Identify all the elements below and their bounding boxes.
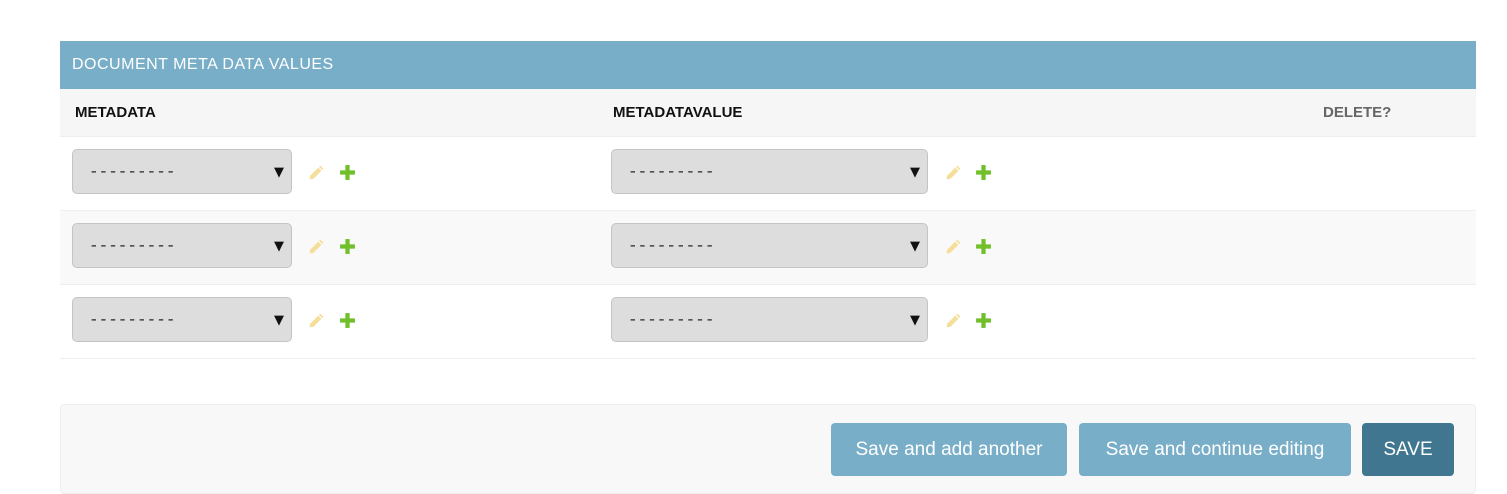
chevron-down-icon: ▼ bbox=[274, 165, 284, 180]
metadata-select-value: --------- bbox=[89, 163, 176, 181]
add-metadatavalue-plus-icon[interactable] bbox=[973, 310, 993, 330]
column-header-delete: DELETE? bbox=[1323, 104, 1392, 121]
inline-group-title: DOCUMENT META DATA VALUES bbox=[72, 56, 334, 73]
chevron-down-icon: ▼ bbox=[274, 239, 284, 254]
edit-metadatavalue-pencil-icon[interactable] bbox=[943, 310, 963, 330]
metadatavalue-select[interactable]: --------- ▼ bbox=[611, 223, 928, 268]
add-metadatavalue-plus-icon[interactable] bbox=[973, 236, 993, 256]
add-metadata-plus-icon[interactable] bbox=[337, 162, 357, 182]
column-header-metadatavalue: METADATAVALUE bbox=[613, 104, 743, 121]
metadata-select[interactable]: --------- ▼ bbox=[72, 223, 292, 268]
metadatavalue-select-value: --------- bbox=[628, 237, 715, 255]
metadata-select-value: --------- bbox=[89, 237, 176, 255]
edit-metadata-pencil-icon[interactable] bbox=[306, 236, 326, 256]
save-and-add-another-button[interactable]: Save and add another bbox=[831, 423, 1067, 476]
column-header-metadata: METADATA bbox=[75, 104, 156, 121]
table-row: --------- ▼ --------- ▼ bbox=[60, 211, 1476, 285]
save-button[interactable]: SAVE bbox=[1362, 423, 1454, 476]
chevron-down-icon: ▼ bbox=[910, 313, 920, 328]
metadatavalue-select-value: --------- bbox=[628, 163, 715, 181]
add-metadata-plus-icon[interactable] bbox=[337, 236, 357, 256]
table-header-row: METADATA METADATAVALUE DELETE? bbox=[60, 89, 1476, 137]
table-row: --------- ▼ --------- ▼ bbox=[60, 285, 1476, 359]
edit-metadata-pencil-icon[interactable] bbox=[306, 162, 326, 182]
edit-metadatavalue-pencil-icon[interactable] bbox=[943, 236, 963, 256]
metadatavalue-select[interactable]: --------- ▼ bbox=[611, 149, 928, 194]
chevron-down-icon: ▼ bbox=[910, 239, 920, 254]
edit-metadatavalue-pencil-icon[interactable] bbox=[943, 162, 963, 182]
chevron-down-icon: ▼ bbox=[274, 313, 284, 328]
table-row: --------- ▼ --------- ▼ bbox=[60, 137, 1476, 211]
inline-group-header: DOCUMENT META DATA VALUES bbox=[60, 41, 1476, 89]
save-and-continue-editing-button[interactable]: Save and continue editing bbox=[1079, 423, 1351, 476]
submit-row: Save and add another Save and continue e… bbox=[60, 404, 1476, 494]
metadatavalue-select-value: --------- bbox=[628, 311, 715, 329]
metadata-select-value: --------- bbox=[89, 311, 176, 329]
edit-metadata-pencil-icon[interactable] bbox=[306, 310, 326, 330]
chevron-down-icon: ▼ bbox=[910, 165, 920, 180]
add-metadatavalue-plus-icon[interactable] bbox=[973, 162, 993, 182]
metadatavalue-select[interactable]: --------- ▼ bbox=[611, 297, 928, 342]
metadata-select[interactable]: --------- ▼ bbox=[72, 149, 292, 194]
inline-group-document-meta-data-values: DOCUMENT META DATA VALUES METADATA METAD… bbox=[60, 41, 1476, 359]
metadata-select[interactable]: --------- ▼ bbox=[72, 297, 292, 342]
add-metadata-plus-icon[interactable] bbox=[337, 310, 357, 330]
